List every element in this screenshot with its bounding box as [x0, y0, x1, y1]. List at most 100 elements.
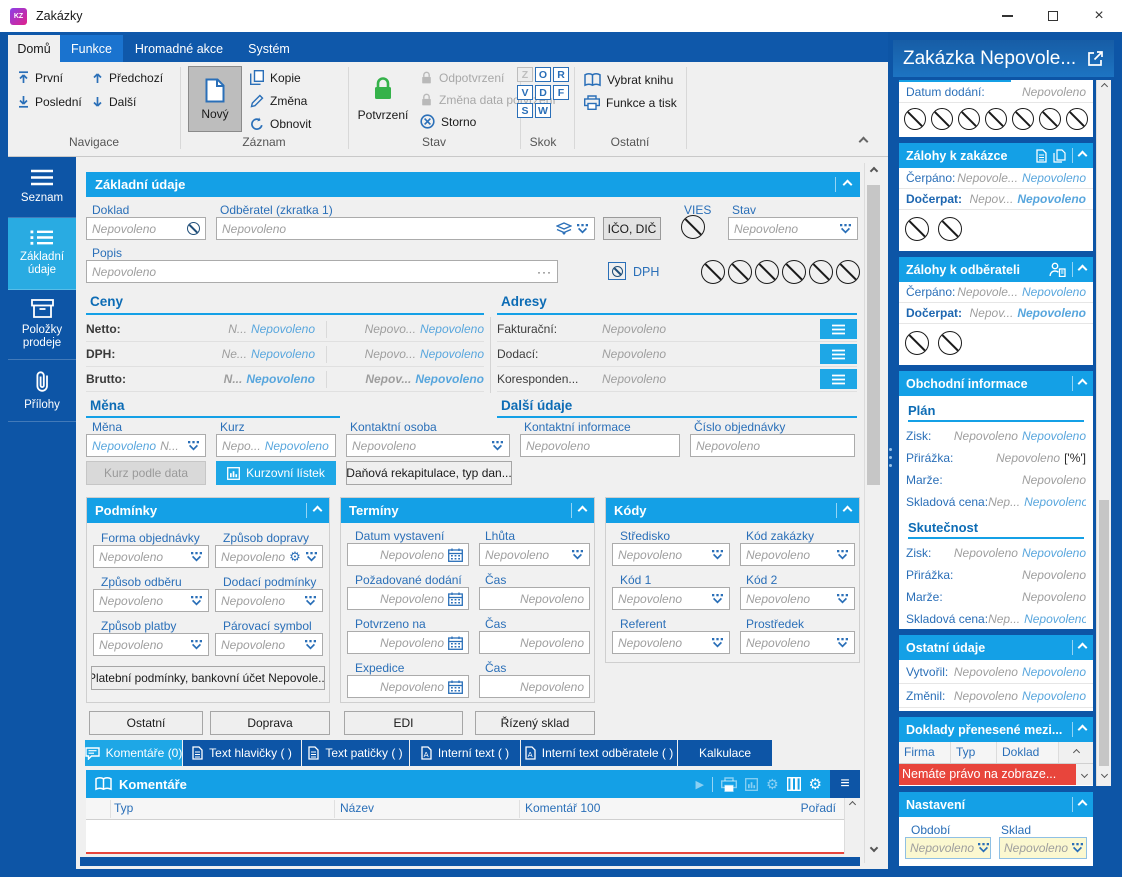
collapse-section-icon[interactable] — [313, 506, 323, 516]
calendar-icon[interactable] — [448, 592, 463, 606]
dropdown-icon[interactable] — [711, 638, 724, 648]
tab-komentare[interactable]: Komentáře (0) — [85, 740, 182, 766]
dropdown-icon[interactable] — [304, 596, 317, 606]
jump-key-o[interactable]: O — [535, 67, 551, 82]
jump-key-d[interactable]: D — [535, 85, 551, 100]
sidebar-item-zakladni-udaje[interactable]: Základní údaje — [8, 218, 76, 290]
dropdown-icon[interactable] — [711, 550, 724, 560]
doklad-field[interactable]: Nepovoleno — [86, 217, 206, 240]
sklad-combo[interactable]: Nepovoleno — [999, 837, 1087, 859]
scroll-down-arrow[interactable] — [1097, 772, 1111, 777]
ostatni-button[interactable]: Ostatní — [89, 711, 203, 735]
collapse-section-icon[interactable] — [843, 180, 853, 190]
tab-text-hlavicky[interactable]: Text hlavičky ( ) — [183, 740, 301, 766]
dropdown-icon[interactable] — [305, 552, 318, 562]
calendar-icon[interactable] — [448, 636, 463, 650]
inner-scroll-down[interactable] — [1076, 764, 1093, 785]
zpusob-dopravy-combo[interactable]: Nepovoleno⚙ — [215, 545, 323, 568]
columns-icon[interactable] — [787, 777, 801, 791]
column-nazev[interactable]: Název — [340, 801, 374, 815]
more-icon[interactable]: ··· — [537, 265, 552, 279]
dropdown-icon[interactable] — [190, 552, 203, 562]
dropdown-icon[interactable] — [977, 843, 990, 853]
copy-button[interactable]: Kopie — [250, 68, 301, 87]
panel-scrollbar[interactable] — [1096, 80, 1111, 786]
column-typ[interactable]: Typ — [114, 801, 133, 815]
dropdown-icon[interactable] — [190, 596, 203, 606]
inner-scroll-up[interactable] — [1059, 742, 1093, 763]
gear-icon[interactable]: ⚙ — [289, 550, 301, 563]
stredisko-combo[interactable]: Nepovoleno — [612, 543, 730, 566]
sidebar-item-prilohy[interactable]: Přílohy — [8, 360, 76, 422]
cislo-objednavky-field[interactable]: Nepovoleno — [690, 434, 855, 457]
column-poradi[interactable]: Pořadí — [801, 801, 836, 815]
cas-field[interactable]: Nepovoleno — [479, 587, 590, 610]
sidebar-item-seznam[interactable]: Seznam — [8, 157, 76, 218]
collapse-card-icon[interactable] — [1078, 725, 1088, 735]
tab-interni-text[interactable]: AInterní text ( ) — [410, 740, 520, 766]
prostredek-combo[interactable]: Nepovoleno — [740, 631, 855, 654]
kurz-field[interactable]: Nepo...Nepovoleno — [216, 434, 336, 457]
grid-menu-button[interactable]: ≡ — [830, 770, 860, 798]
column-firma[interactable]: Firma — [899, 742, 951, 763]
kod-1-combo[interactable]: Nepovoleno — [612, 587, 730, 610]
jump-key-s[interactable]: S — [517, 103, 533, 118]
zpusob-platby-combo[interactable]: Nepovoleno — [93, 633, 209, 656]
forma-objednavky-combo[interactable]: Nepovoleno — [93, 545, 209, 568]
tab-funkce[interactable]: Funkce — [60, 35, 123, 62]
collapse-card-icon[interactable] — [1078, 151, 1088, 161]
confirm-button[interactable]: Potvrzení — [352, 66, 414, 132]
collapse-card-icon[interactable] — [1078, 379, 1088, 389]
splitter-handle[interactable] — [889, 456, 892, 459]
stav-combo[interactable]: Nepovoleno — [728, 217, 858, 240]
scrollbar-thumb[interactable] — [1099, 500, 1109, 766]
address-menu-button[interactable] — [820, 369, 857, 389]
dropdown-icon[interactable] — [304, 640, 317, 650]
dropdown-icon[interactable] — [491, 441, 504, 451]
documents-icon[interactable] — [1053, 149, 1066, 163]
refresh-button[interactable]: Obnovit — [250, 114, 311, 133]
doprava-button[interactable]: Doprava — [210, 711, 330, 735]
jump-key-r[interactable]: R — [553, 67, 569, 82]
jump-key-f[interactable]: F — [553, 85, 569, 100]
sidebar-item-polozky-prodeje[interactable]: Položky prodeje — [8, 290, 76, 360]
platebni-podminky-button[interactable]: Platební podmínky, bankovní účet Nepovol… — [91, 666, 325, 690]
odberatel-field[interactable]: Nepovoleno — [216, 217, 595, 240]
dropdown-icon[interactable] — [571, 550, 584, 560]
calendar-icon[interactable] — [448, 680, 463, 694]
dropdown-icon[interactable] — [187, 441, 200, 451]
collapse-card-icon[interactable] — [1078, 265, 1088, 275]
external-link-icon[interactable] — [1087, 50, 1104, 67]
datum-vystaveni-field[interactable]: Nepovoleno — [347, 543, 469, 566]
danova-rekapitulace-button[interactable]: Daňová rekapitulace, typ dan... — [346, 461, 512, 485]
obdobi-combo[interactable]: Nepovoleno — [905, 837, 991, 859]
address-menu-button[interactable] — [820, 344, 857, 364]
previous-button[interactable]: Předchozí — [92, 68, 163, 87]
mena-combo[interactable]: NepovolenoN... — [86, 434, 206, 457]
expedice-field[interactable]: Nepovoleno — [347, 675, 469, 698]
jump-key-v[interactable]: V — [517, 85, 533, 100]
parovaci-symbol-combo[interactable]: Nepovoleno — [215, 633, 323, 656]
dropdown-icon[interactable] — [836, 550, 849, 560]
collapse-card-icon[interactable] — [1078, 800, 1088, 810]
potvrzeno-na-field[interactable]: Nepovoleno — [347, 631, 469, 654]
column-doklad[interactable]: Doklad — [997, 742, 1059, 763]
collapse-section-icon[interactable] — [578, 506, 588, 516]
scroll-up-arrow[interactable] — [1097, 84, 1111, 89]
rizeny-sklad-button[interactable]: Řízený sklad — [475, 711, 595, 735]
komentare-table-body[interactable] — [86, 820, 844, 852]
tab-text-paticky[interactable]: Text patičky ( ) — [302, 740, 409, 766]
kod-zakazky-combo[interactable]: Nepovoleno — [740, 543, 855, 566]
zpusob-odberu-combo[interactable]: Nepovoleno — [93, 589, 209, 612]
dropdown-icon[interactable] — [1071, 843, 1084, 853]
change-button[interactable]: Změna — [250, 91, 307, 110]
gear-icon[interactable]: ⚙ — [809, 775, 822, 793]
collapse-card-icon[interactable] — [1078, 643, 1088, 653]
lhuta-combo[interactable]: Nepovoleno — [479, 543, 590, 566]
splitter-handle[interactable] — [889, 448, 892, 451]
main-scrollbar[interactable] — [864, 163, 882, 863]
collapse-ribbon-icon[interactable] — [859, 137, 869, 147]
maximize-button[interactable] — [1030, 0, 1076, 32]
document-icon[interactable] — [1036, 149, 1047, 163]
customer-card-icon[interactable] — [1049, 262, 1066, 277]
